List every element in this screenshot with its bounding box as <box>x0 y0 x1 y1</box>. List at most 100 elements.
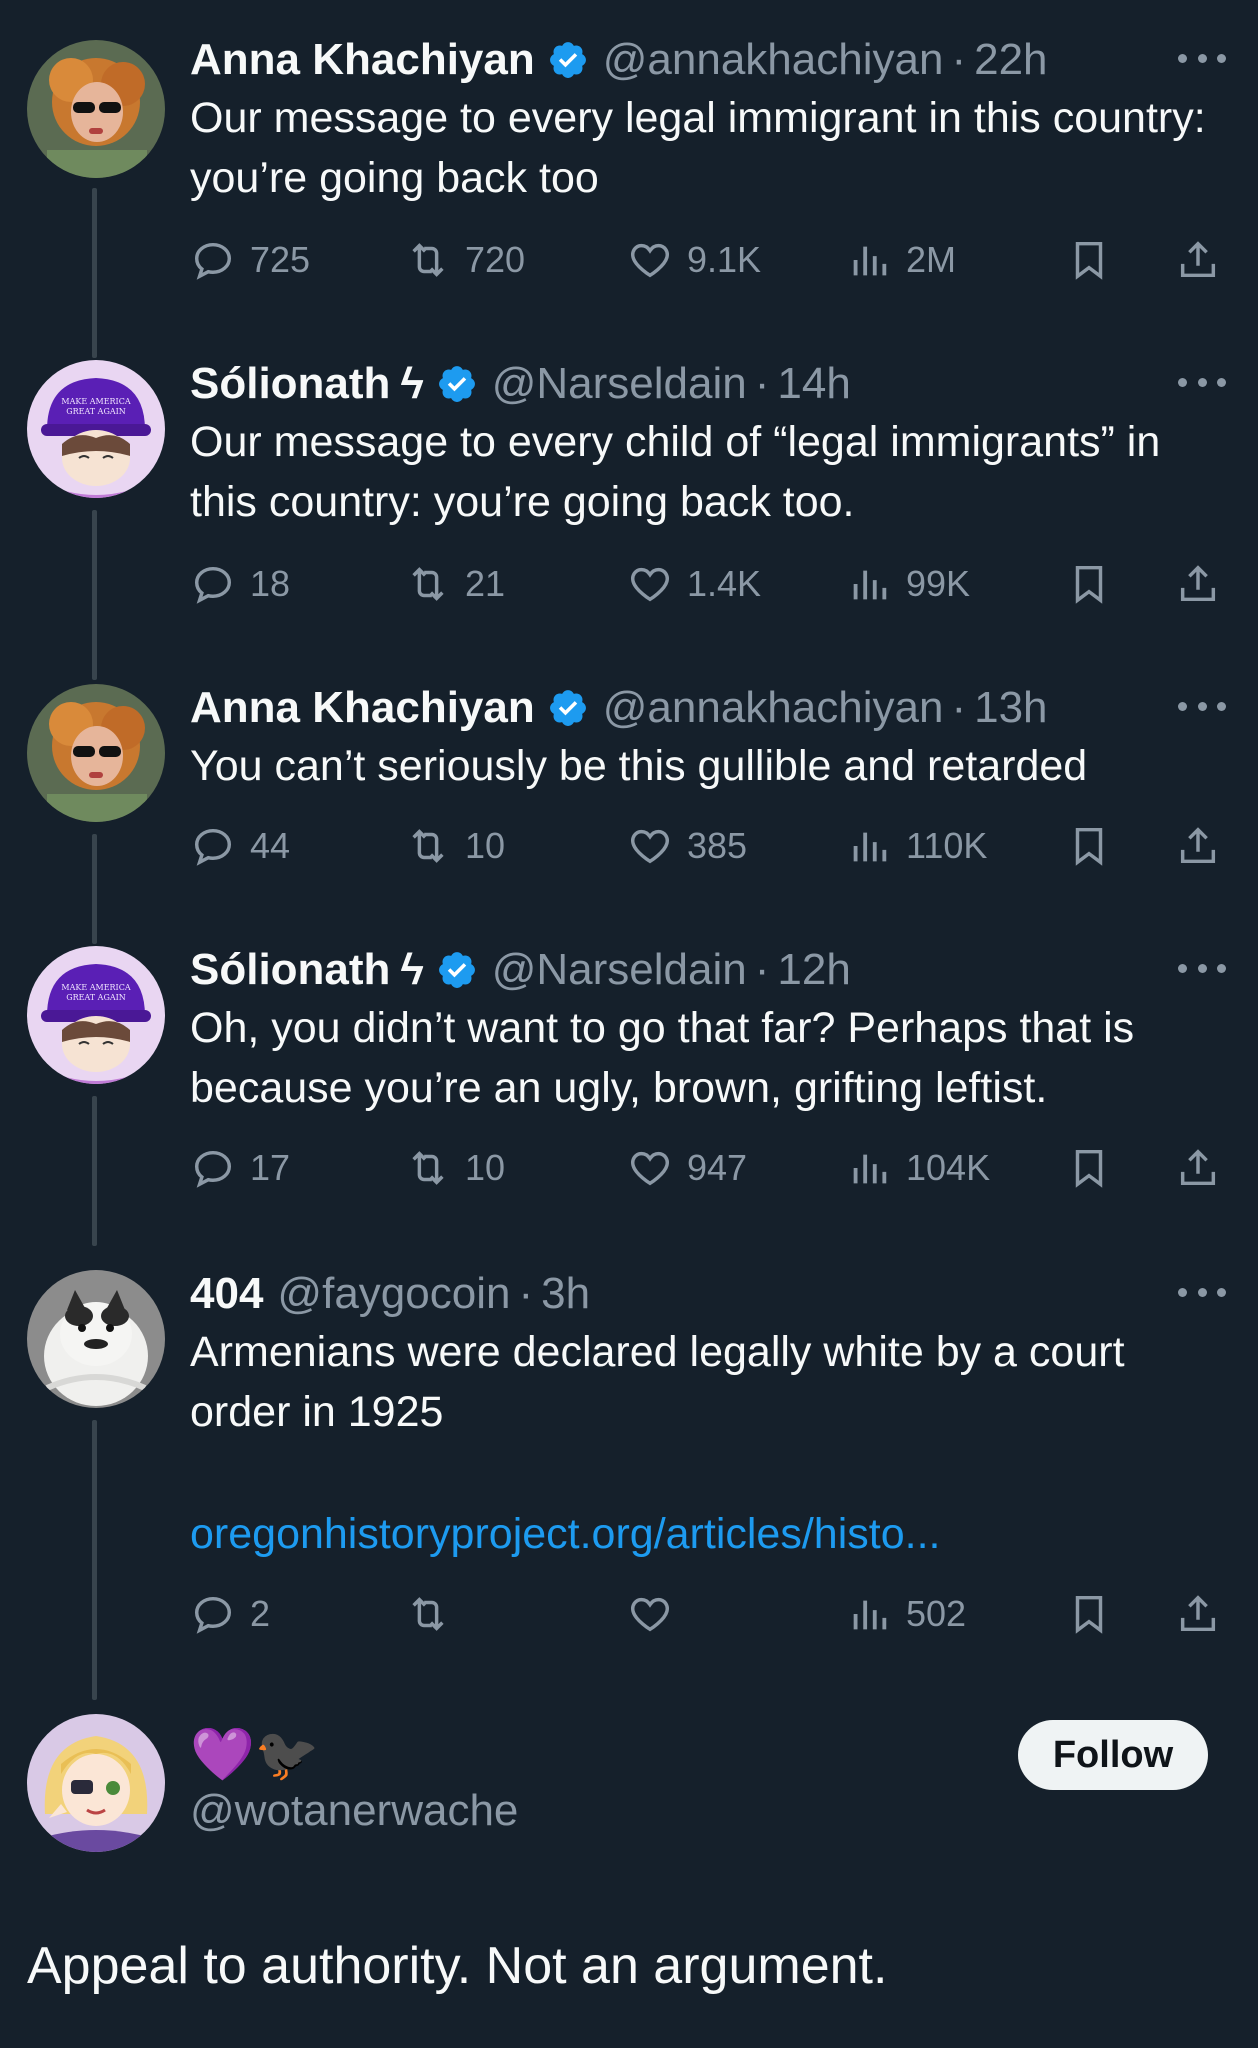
bookmark-icon <box>1075 1149 1103 1188</box>
retweet-count: 720 <box>465 239 526 280</box>
reply-count: 2 <box>250 1593 271 1634</box>
views-button[interactable]: 104K <box>846 1138 990 1198</box>
retweet-button[interactable]: 720 <box>405 230 525 290</box>
more-options-icon[interactable] <box>1178 1272 1226 1312</box>
author-handle[interactable]: @faygocoin <box>277 1269 510 1319</box>
more-options-icon[interactable] <box>1178 362 1226 402</box>
retweet-button[interactable]: 21 <box>405 554 505 614</box>
action-bar: 725 720 9.1K 2M <box>190 230 1230 290</box>
tweet-1[interactable]: Anna Khachiyan @annakhachiyan · 22h Our … <box>0 30 1258 358</box>
tweet-text: Armenians were declared legally white by… <box>190 1328 1125 1436</box>
share-icon <box>1180 1149 1216 1186</box>
share-button[interactable] <box>1175 816 1221 876</box>
bookmark-button[interactable] <box>1066 1584 1112 1644</box>
tweet-4[interactable]: MAKE AMERICA GREAT AGAIN Sólionath ϟ @Na… <box>0 940 1258 1246</box>
author-name[interactable]: Anna Khachiyan <box>190 35 535 85</box>
avatar-wotanerwache[interactable] <box>27 1714 165 1852</box>
tweet-3[interactable]: Anna Khachiyan @annakhachiyan · 13h You … <box>0 678 1258 944</box>
action-bar: 18 21 1.4K 99K <box>190 554 1230 614</box>
views-icon <box>853 1154 887 1184</box>
follow-button[interactable]: Follow <box>1018 1720 1208 1790</box>
tweet-header: Sólionath ϟ @Narseldain · 14h <box>190 354 851 414</box>
timestamp[interactable]: 13h <box>974 683 1047 733</box>
timestamp[interactable]: 3h <box>541 1269 590 1319</box>
article-link[interactable]: oregonhistoryproject.org/articles/histo.… <box>190 1510 940 1559</box>
reply-icon <box>194 566 232 604</box>
author-name[interactable]: Anna Khachiyan <box>190 683 535 733</box>
separator: · <box>951 683 967 732</box>
tweet-text: You can’t seriously be this gullible and… <box>190 742 1088 790</box>
thread-connector <box>92 834 97 944</box>
like-button[interactable]: 1.4K <box>627 554 761 614</box>
author-handle[interactable]: @annakhachiyan <box>603 35 944 85</box>
retweet-button[interactable]: 10 <box>405 1138 505 1198</box>
like-count: 9.1K <box>687 239 762 280</box>
retweet-count: 21 <box>465 563 506 604</box>
avatar-solionath[interactable]: MAKE AMERICA GREAT AGAIN <box>27 946 165 1084</box>
bookmark-button[interactable] <box>1066 816 1112 876</box>
avatar-anna[interactable] <box>27 40 165 178</box>
views-button[interactable]: 502 <box>846 1584 966 1644</box>
avatar-anna[interactable] <box>27 684 165 822</box>
retweet-button[interactable] <box>405 1584 465 1644</box>
tweet-5[interactable]: 404 @faygocoin · 3h Armenians were decla… <box>0 1264 1258 1704</box>
thread-connector <box>92 510 97 680</box>
action-bar: 44 10 385 110K <box>190 816 1230 876</box>
retweet-count: 10 <box>465 825 506 866</box>
share-icon <box>1180 241 1216 278</box>
tweet-2[interactable]: MAKE AMERICA GREAT AGAIN Sólionath ϟ @Na… <box>0 354 1258 680</box>
tweet-text: Our message to every legal immigrant in … <box>190 94 1206 202</box>
view-count: 2M <box>906 239 957 280</box>
retweet-button[interactable]: 10 <box>405 816 505 876</box>
author-name[interactable]: Sólionath <box>190 359 390 409</box>
like-button[interactable]: 947 <box>627 1138 747 1198</box>
timestamp[interactable]: 12h <box>777 945 850 995</box>
tweet-header: Anna Khachiyan @annakhachiyan · 22h <box>190 30 1048 90</box>
bookmark-button[interactable] <box>1066 554 1112 614</box>
separator: · <box>754 359 770 408</box>
avatar-cat[interactable] <box>27 1270 165 1408</box>
share-button[interactable] <box>1175 230 1221 290</box>
like-button[interactable] <box>627 1584 687 1644</box>
reply-icon <box>194 1596 232 1634</box>
views-button[interactable]: 2M <box>846 230 956 290</box>
author-handle[interactable]: @Narseldain <box>492 359 747 409</box>
reply-icon <box>194 828 232 866</box>
more-options-icon[interactable] <box>1178 686 1226 726</box>
name-symbol: ϟ <box>400 359 424 408</box>
tweet-text: Our message to every child of “legal imm… <box>190 418 1161 526</box>
more-options-icon[interactable] <box>1178 948 1226 988</box>
reply-button[interactable]: 725 <box>190 230 310 290</box>
like-count: 1.4K <box>687 563 762 604</box>
tweet-header: Sólionath ϟ @Narseldain · 12h <box>190 940 851 1000</box>
share-button[interactable] <box>1175 554 1221 614</box>
like-count: 947 <box>687 1147 748 1188</box>
more-options-icon[interactable] <box>1178 38 1226 78</box>
author-name[interactable]: Sólionath <box>190 945 390 995</box>
reply-button[interactable]: 17 <box>190 1138 290 1198</box>
share-button[interactable] <box>1175 1138 1221 1198</box>
like-button[interactable]: 385 <box>627 816 747 876</box>
timestamp[interactable]: 14h <box>777 359 850 409</box>
author-name[interactable]: 404 <box>190 1269 263 1319</box>
bookmark-icon <box>1075 827 1103 866</box>
timestamp[interactable]: 22h <box>974 35 1047 85</box>
views-button[interactable]: 99K <box>846 554 970 614</box>
bookmark-button[interactable] <box>1066 1138 1112 1198</box>
reply-button[interactable]: 18 <box>190 554 290 614</box>
author-handle[interactable]: @wotanerwache <box>190 1786 518 1836</box>
avatar-solionath[interactable]: MAKE AMERICA GREAT AGAIN <box>27 360 165 498</box>
like-button[interactable]: 9.1K <box>627 230 761 290</box>
author-handle[interactable]: @annakhachiyan <box>603 683 944 733</box>
reply-button[interactable]: 44 <box>190 816 290 876</box>
views-button[interactable]: 110K <box>846 816 987 876</box>
svg-text:GREAT AGAIN: GREAT AGAIN <box>66 407 126 416</box>
bookmark-button[interactable] <box>1066 230 1112 290</box>
reply-button[interactable]: 2 <box>190 1584 270 1644</box>
author-handle[interactable]: @Narseldain <box>492 945 747 995</box>
separator: · <box>951 35 967 84</box>
display-name[interactable]: 💜🐦‍⬛ <box>190 1724 320 1785</box>
action-bar: 17 10 947 104K <box>190 1138 1230 1198</box>
share-icon <box>1180 827 1216 864</box>
share-button[interactable] <box>1175 1584 1221 1644</box>
